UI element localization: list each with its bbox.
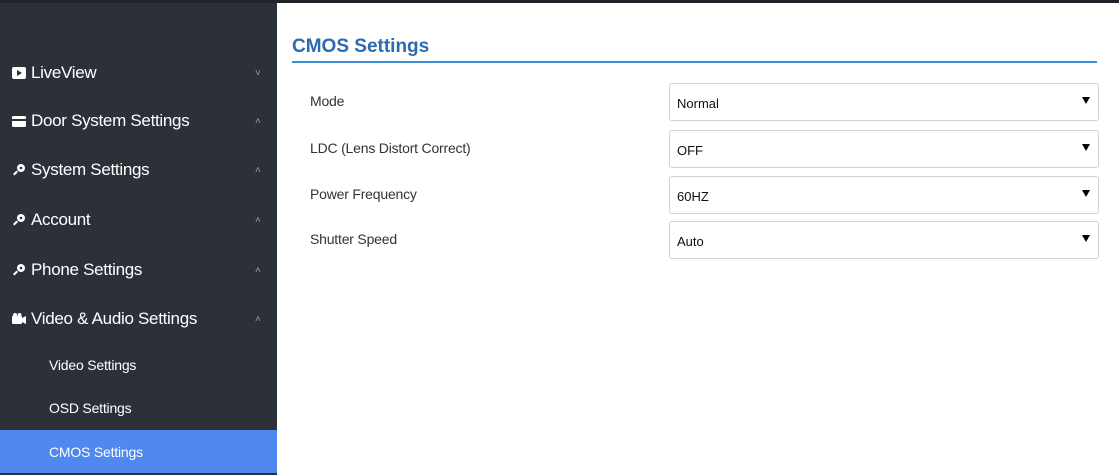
select-value: 60HZ [677,189,709,204]
key-icon [12,263,26,277]
power-frequency-label: Power Frequency [310,186,417,202]
power-frequency-select[interactable]: 60HZ [669,176,1099,214]
sidebar-subitem-video-settings[interactable]: Video Settings [0,343,277,386]
dropdown-arrow-icon [1082,190,1090,197]
sidebar-item-account[interactable]: Account ˄ [0,196,277,244]
chevron-up-icon: ˄ [255,313,261,325]
sidebar-subitem-cmos-settings[interactable]: CMOS Settings [0,430,277,473]
sidebar-item-label: Video & Audio Settings [31,309,198,328]
sidebar-item-label: Door System Settings [31,111,190,130]
sidebar-item-label: System Settings [31,160,150,179]
video-icon [12,66,26,80]
sidebar-item-phone-settings[interactable]: Phone Settings ˄ [0,246,277,294]
shutter-speed-label: Shutter Speed [310,231,397,247]
sidebar-item-liveview[interactable]: LiveView ˅ [0,49,277,97]
sidebar-subitem-label: Video Settings [49,356,137,373]
select-value: Normal [677,96,719,111]
chevron-up-icon: ˄ [255,115,261,127]
main-content: CMOS Settings Mode Normal LDC (Lens Dist… [277,3,1119,475]
sidebar-item-label: Account [31,210,91,229]
key-icon [12,213,26,227]
mode-select[interactable]: Normal [669,83,1099,121]
sidebar-item-label: LiveView [31,63,97,82]
sidebar: LiveView ˅ Door System Settings ˄ System… [0,3,277,475]
select-value: OFF [677,143,703,158]
chevron-down-icon: ˅ [255,67,261,79]
ldc-select[interactable]: OFF [669,130,1099,168]
dropdown-arrow-icon [1082,144,1090,151]
mode-row: Mode Normal [277,83,1119,121]
title-divider [292,61,1097,63]
ldc-label: LDC (Lens Distort Correct) [310,140,471,156]
chevron-up-icon: ˄ [255,164,261,176]
shutter-speed-row: Shutter Speed Auto [277,221,1119,259]
shutter-speed-select[interactable]: Auto [669,221,1099,259]
dropdown-arrow-icon [1082,97,1090,104]
chevron-up-icon: ˄ [255,214,261,226]
sidebar-item-system-settings[interactable]: System Settings ˄ [0,146,277,194]
sidebar-item-video-audio-settings[interactable]: Video & Audio Settings ˄ [0,295,277,343]
power-frequency-row: Power Frequency 60HZ [277,176,1119,214]
sidebar-subitem-label: CMOS Settings [49,443,143,460]
mode-label: Mode [310,93,345,109]
sidebar-item-door-system-settings[interactable]: Door System Settings ˄ [0,97,277,145]
key-icon [12,163,26,177]
page-title: CMOS Settings [292,36,430,57]
sidebar-subitem-osd-settings[interactable]: OSD Settings [0,386,277,429]
sidebar-item-label: Phone Settings [31,260,143,279]
select-value: Auto [677,234,704,249]
ldc-row: LDC (Lens Distort Correct) OFF [277,130,1119,168]
dropdown-arrow-icon [1082,235,1090,242]
sidebar-subitem-label: OSD Settings [49,399,132,416]
card-icon [12,114,26,128]
chevron-up-icon: ˄ [255,264,261,276]
camera-icon [12,312,26,326]
